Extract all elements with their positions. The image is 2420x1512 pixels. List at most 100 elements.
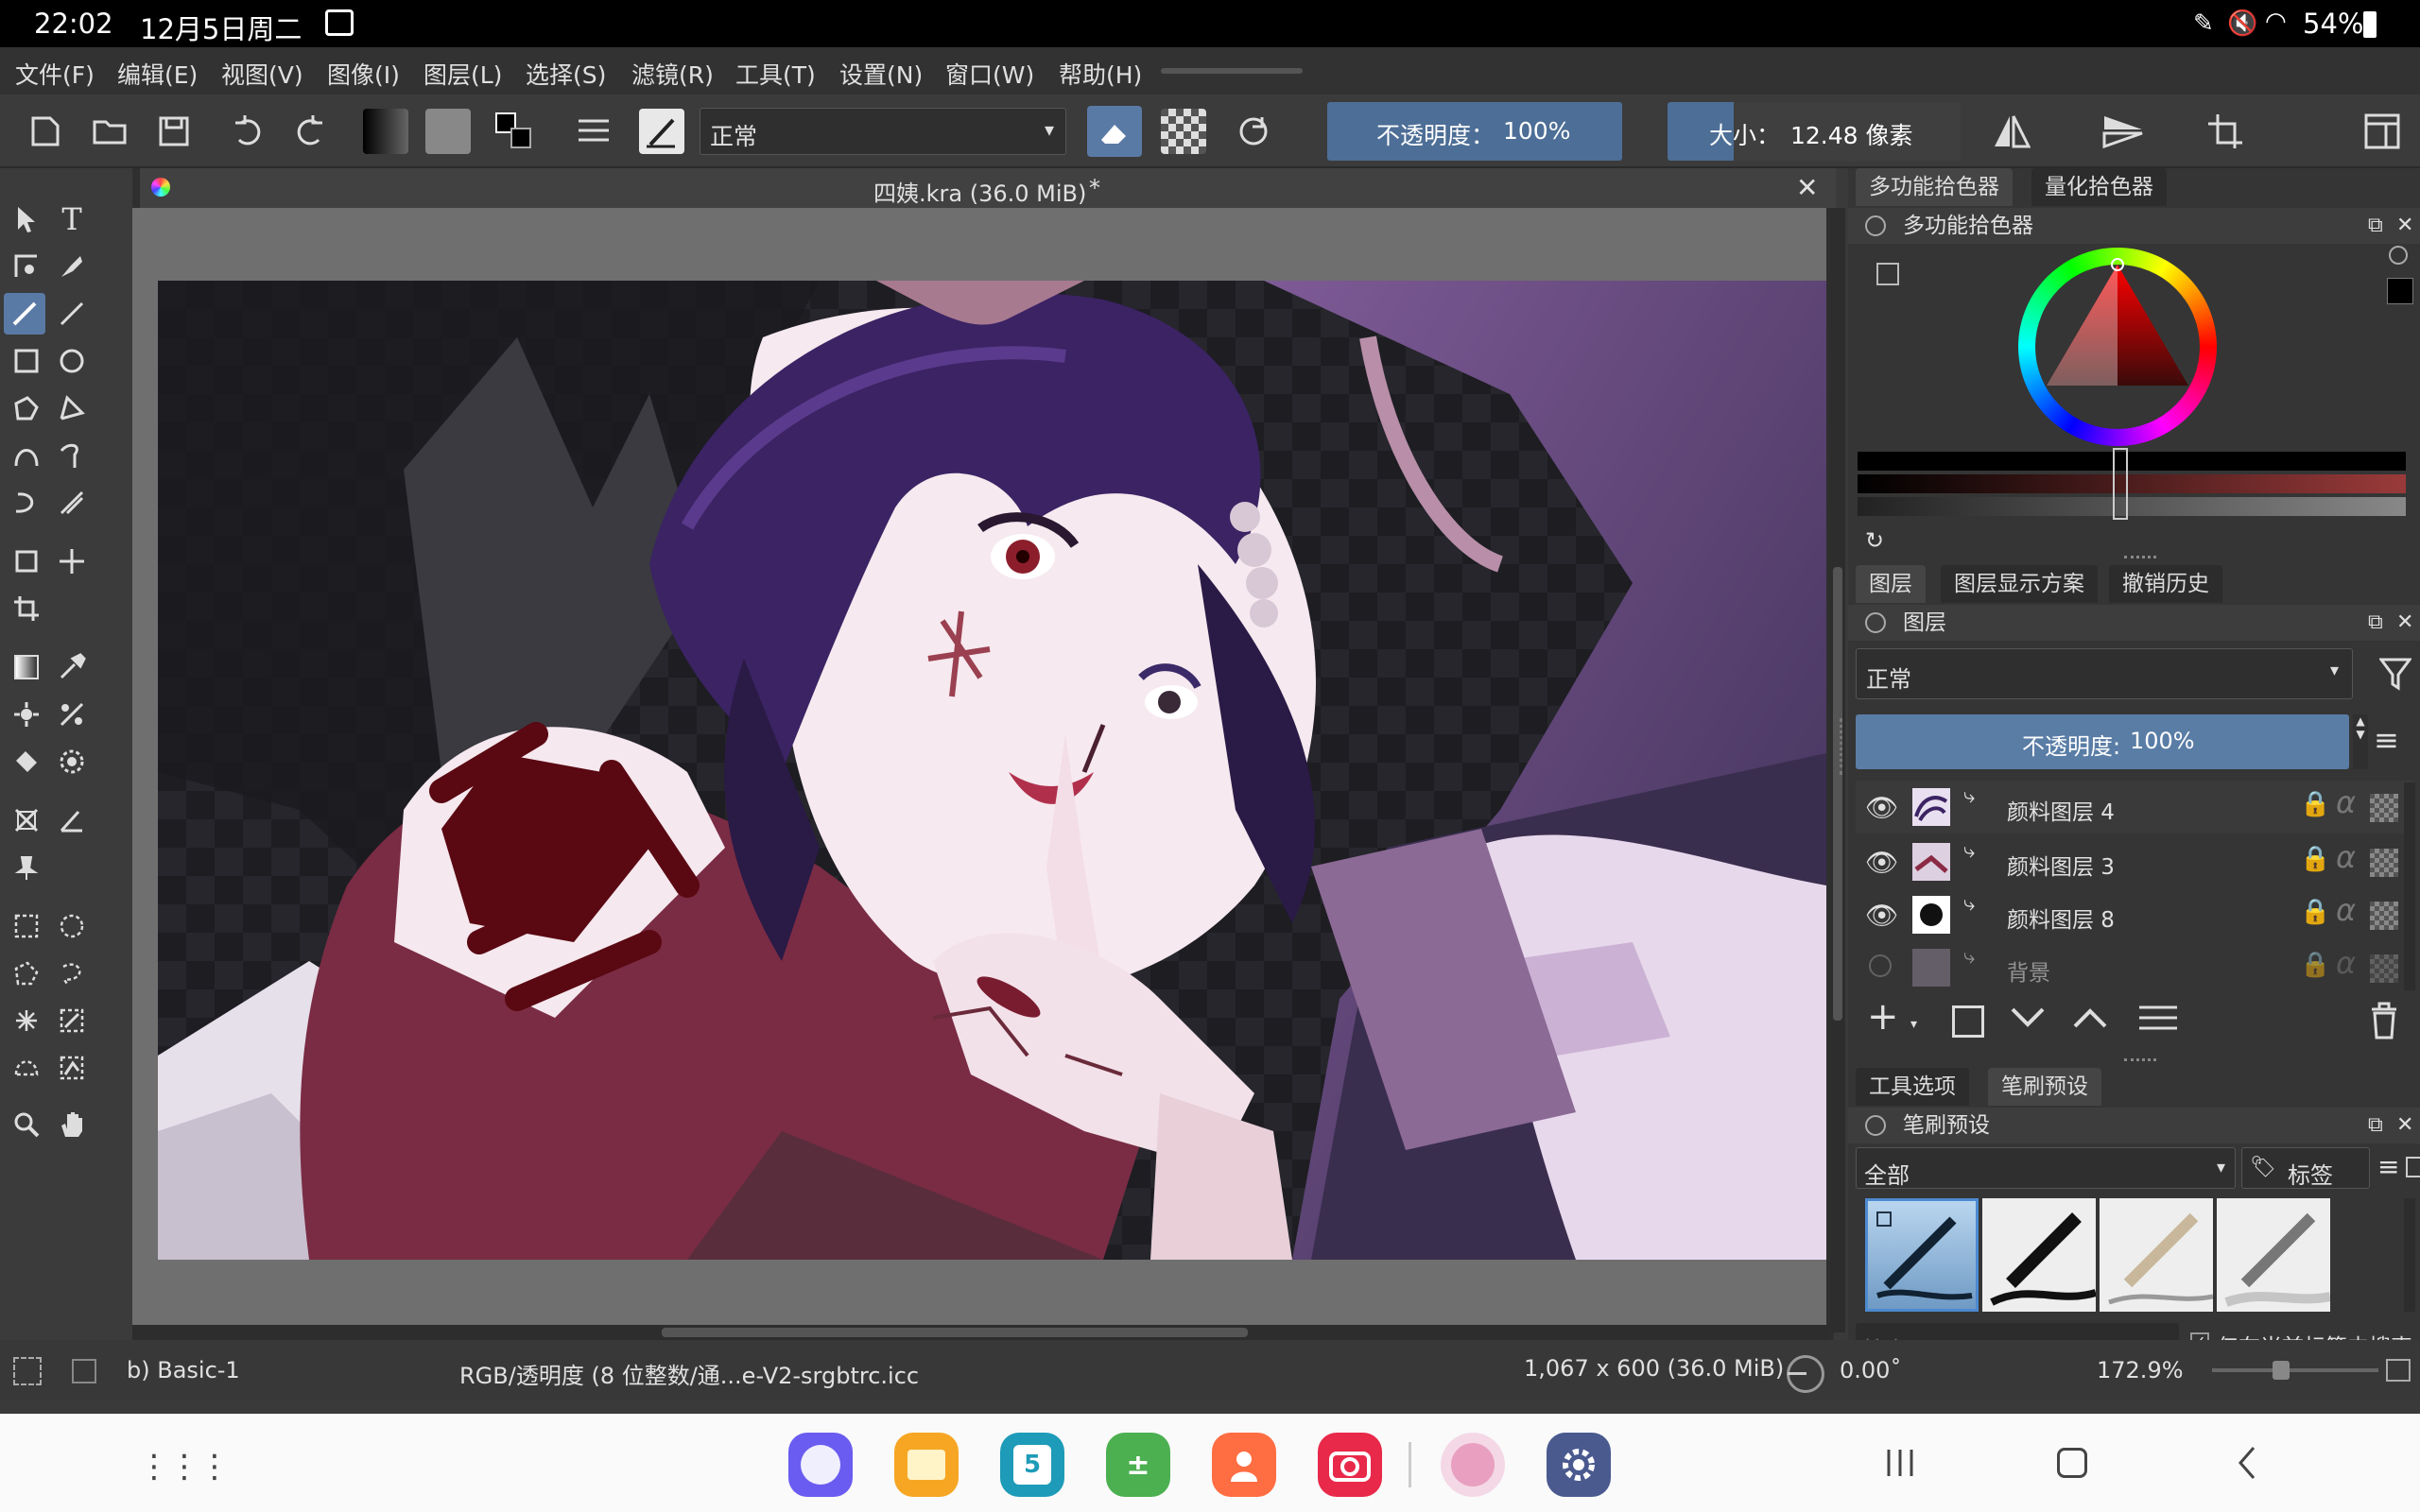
contiguous-select-icon[interactable] — [6, 1000, 47, 1041]
internet-app-icon[interactable] — [788, 1433, 853, 1497]
dynamic-brush-icon[interactable] — [6, 482, 47, 524]
alpha-lock-icon[interactable]: α — [2336, 892, 2356, 928]
brush-presets-scrollbar[interactable] — [2404, 1198, 2415, 1312]
zoom-level[interactable]: 172.9% — [2097, 1357, 2184, 1383]
undo-icon[interactable] — [225, 109, 270, 154]
recents-nav-icon[interactable] — [1881, 1444, 1919, 1486]
inherit-alpha-icon[interactable] — [2370, 902, 2398, 930]
layer-row[interactable]: 👁 ⤷ 颜料图层 4 🔒 α — [1856, 781, 2413, 833]
menu-tools[interactable]: 工具(T) — [735, 57, 816, 91]
menu-select[interactable]: 选择(S) — [526, 57, 606, 91]
home-nav-icon[interactable] — [2057, 1448, 2087, 1478]
menu-window[interactable]: 窗口(W) — [945, 57, 1034, 91]
menu-edit[interactable]: 编辑(E) — [117, 57, 198, 91]
move-tool-icon[interactable] — [51, 541, 93, 582]
blend-mode-dropdown[interactable]: 正常 ▾ — [700, 108, 1066, 155]
visibility-eye-icon[interactable]: 👁 — [1865, 847, 1899, 878]
measure-tool-icon[interactable] — [51, 799, 93, 841]
alpha-lock-icon[interactable]: α — [2336, 945, 2356, 981]
menu-settings[interactable]: 设置(N) — [839, 57, 923, 91]
value-bar[interactable] — [1858, 452, 2406, 471]
brush-preset-basic-1[interactable] — [1865, 1198, 1979, 1312]
rotation-dial-icon[interactable] — [1787, 1355, 1824, 1393]
saturation-bar[interactable] — [1858, 497, 2406, 516]
color-settings-icon[interactable] — [1876, 263, 1899, 285]
add-layer-dropdown-icon[interactable]: ▾ — [1910, 1017, 1917, 1032]
preserve-alpha-icon[interactable] — [1161, 109, 1206, 154]
size-slider[interactable]: 大小： 12.48 像素 — [1668, 102, 1961, 161]
horizontal-scrollbar[interactable] — [132, 1325, 1830, 1340]
rotation-angle[interactable]: 0.00˚ — [1840, 1357, 1901, 1383]
wrap-around-icon[interactable] — [2203, 109, 2248, 154]
layer-properties-icon[interactable] — [2137, 1002, 2179, 1038]
colorize-mask-icon[interactable] — [6, 694, 47, 735]
select-shapes-icon[interactable] — [6, 198, 47, 240]
transform-tool-icon[interactable] — [6, 541, 47, 582]
lock-icon[interactable]: 🔒 — [2300, 845, 2330, 873]
hue-ring[interactable] — [2018, 248, 2217, 446]
save-icon[interactable] — [151, 109, 197, 154]
crop-tool-icon[interactable] — [6, 588, 47, 629]
lock-icon[interactable]: 🔒 — [2300, 951, 2330, 979]
bezier-select-icon[interactable] — [6, 1047, 47, 1089]
close-brush-panel-icon[interactable]: ✕ — [2396, 1108, 2413, 1143]
delete-layer-icon[interactable] — [2368, 1002, 2400, 1043]
magnetic-select-icon[interactable] — [51, 1047, 93, 1089]
dock-splitter-handle[interactable] — [1840, 718, 1845, 775]
alpha-lock-icon[interactable]: α — [2336, 784, 2356, 820]
eraser-mode-icon[interactable] — [1087, 106, 1142, 157]
filter-icon[interactable] — [2378, 656, 2412, 700]
inherit-alpha-icon[interactable] — [2370, 849, 2398, 877]
visibility-eye-icon[interactable]: 👁 — [1865, 900, 1899, 931]
layers-scrollbar[interactable] — [2404, 782, 2415, 990]
polygon-tool-icon[interactable] — [6, 387, 47, 429]
edit-shapes-icon[interactable] — [6, 246, 47, 287]
line-tool-icon[interactable] — [51, 293, 93, 335]
freehand-select-icon[interactable] — [51, 953, 93, 994]
layer-menu-icon[interactable]: ≡ — [2374, 722, 2399, 758]
ellipse-tool-icon[interactable] — [51, 340, 93, 382]
refresh-color-icon[interactable]: ↻ — [1865, 527, 1884, 554]
document-tab[interactable]: 四姨.kra (36.0 MiB) * ✕ — [140, 168, 1836, 208]
horizontal-scrollbar-thumb[interactable] — [662, 1328, 1248, 1337]
lock-icon[interactable]: 🔒 — [2300, 898, 2330, 926]
reload-preset-icon[interactable] — [1231, 109, 1276, 154]
foreground-swatch[interactable] — [2387, 278, 2413, 304]
gradient-tool-icon[interactable] — [6, 646, 47, 688]
bezier-tool-icon[interactable] — [6, 435, 47, 476]
freehand-brush-icon[interactable] — [4, 293, 45, 335]
multibrush-icon[interactable] — [51, 482, 93, 524]
brush-lock-icon[interactable] — [1865, 1115, 1886, 1136]
brush-preset-ink[interactable] — [1982, 1198, 2098, 1312]
brush-preset-pencil[interactable] — [2100, 1198, 2214, 1312]
close-document-icon[interactable]: ✕ — [1796, 172, 1818, 203]
pattern-selector[interactable] — [425, 109, 471, 154]
visibility-off-icon[interactable] — [1869, 954, 1892, 977]
rectangle-tool-icon[interactable] — [6, 340, 47, 382]
menu-filter[interactable]: 滤镜(R) — [631, 57, 714, 91]
brush-settings-icon[interactable] — [571, 109, 616, 154]
vertical-scrollbar-thumb[interactable] — [1833, 567, 1842, 1021]
float-brush-panel-icon[interactable]: ⧉ — [2368, 1108, 2383, 1143]
layer-opacity-slider[interactable]: 不透明度: 100% — [1856, 714, 2349, 769]
polyline-tool-icon[interactable] — [51, 387, 93, 429]
rect-select-icon[interactable] — [6, 905, 47, 947]
layer-row[interactable]: 👁 ⤷ 颜料图层 8 🔒 α — [1856, 888, 2413, 941]
brush-preset-airbrush[interactable] — [2217, 1198, 2331, 1312]
panel-splitter[interactable] — [2124, 1058, 2156, 1062]
selection-display-icon[interactable] — [13, 1357, 42, 1385]
canvas-only-icon[interactable] — [2386, 1359, 2411, 1382]
brush-panel-options-icon[interactable] — [2406, 1157, 2420, 1177]
duplicate-layer-icon[interactable] — [1952, 1005, 1984, 1038]
app-drawer-icon[interactable]: ⋮⋮⋮ — [138, 1448, 231, 1486]
artwork-canvas[interactable] — [158, 281, 1826, 1260]
mirror-vertical-icon[interactable] — [2100, 109, 2146, 154]
tab-palette-color-selector[interactable]: 量化拾色器 — [2031, 168, 2167, 206]
visibility-eye-icon[interactable]: 👁 — [1865, 792, 1899, 823]
tab-brush-presets[interactable]: 笔刷预设 — [1988, 1068, 2101, 1106]
calligraphy-icon[interactable] — [51, 246, 93, 287]
pan-tool-icon[interactable] — [51, 1104, 93, 1145]
redo-icon[interactable] — [287, 109, 333, 154]
red-bar[interactable] — [1858, 474, 2406, 493]
contacts-app-icon[interactable] — [1212, 1433, 1276, 1497]
